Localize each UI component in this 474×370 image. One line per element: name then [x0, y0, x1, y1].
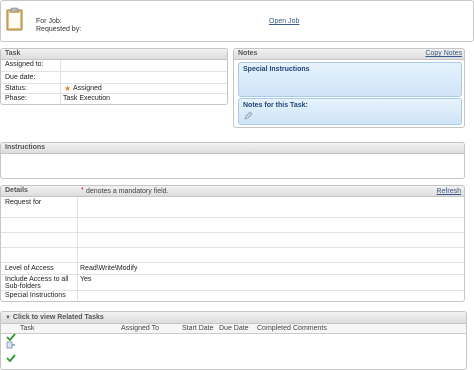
related-tasks-columns: Task Assigned To Start Date Due Date Com… — [1, 324, 466, 334]
status-value: Assigned — [73, 85, 102, 92]
task-row-status: Status: ★ Assigned — [1, 84, 227, 94]
details-row-blank-1 — [1, 218, 464, 233]
expand-arrow-icon[interactable]: ▼ — [5, 315, 11, 321]
notes-panel: Notes Copy Notes Special Instructions No… — [233, 48, 465, 128]
details-row-blank-2 — [1, 233, 464, 248]
phase-value: Task Execution — [63, 95, 111, 102]
col-task[interactable]: Task — [20, 324, 34, 333]
task-panel: Task Assigned to: Due date: Status: ★ As… — [0, 48, 228, 105]
subfolders-value: Yes — [80, 276, 92, 283]
special-instructions-title: Special Instructions — [243, 66, 310, 73]
subfolders-label: Include Access to all Sub-folders — [5, 276, 69, 290]
task-icon — [6, 341, 15, 349]
check-icon — [6, 354, 16, 362]
col-start-date[interactable]: Start Date — [182, 324, 214, 333]
table-row[interactable] — [1, 354, 466, 362]
status-star-icon: ★ — [64, 84, 72, 93]
notes-title: Notes — [238, 50, 258, 57]
details-row-blank-3 — [1, 248, 464, 263]
details-row-special: Special Instructions — [1, 291, 464, 300]
table-row[interactable] — [1, 341, 466, 349]
task-panel-title: Task — [1, 49, 227, 60]
status-label: Status: — [5, 85, 27, 92]
request-for-label: Request for — [5, 199, 42, 206]
assigned-to-label: Assigned to: — [5, 61, 44, 68]
level-of-access-value: Read\Write\Modify — [80, 265, 138, 272]
refresh-link[interactable]: Refresh — [436, 188, 461, 195]
copy-notes-link[interactable]: Copy Notes — [425, 50, 462, 57]
details-row-subfolders: Include Access to all Sub-folders Yes — [1, 275, 464, 291]
related-tasks-header[interactable]: ▼ Click to view Related Tasks — [1, 312, 466, 324]
check-icon — [6, 333, 16, 341]
special-instructions-box[interactable]: Special Instructions — [238, 62, 462, 97]
details-title: Details — [5, 187, 28, 194]
instructions-title: Instructions — [1, 143, 464, 154]
mandatory-star-icon: * — [81, 187, 84, 194]
col-completed[interactable]: Completed — [257, 324, 291, 333]
table-row[interactable] — [1, 333, 466, 341]
due-date-label: Due date: — [5, 74, 36, 81]
col-due-date[interactable]: Due Date — [219, 324, 249, 333]
job-header: For Job: Requested by: Open Job — [0, 0, 474, 42]
task-row-assigned: Assigned to: — [1, 60, 227, 72]
phase-label: Phase: — [5, 95, 27, 102]
details-row-request: Request for — [1, 197, 464, 218]
for-job-label: For Job: — [36, 18, 62, 25]
special-instructions-label: Special Instructions — [5, 292, 66, 299]
related-tasks-title[interactable]: Click to view Related Tasks — [13, 314, 104, 321]
col-assigned-to[interactable]: Assigned To — [121, 324, 159, 333]
task-notes-title: Notes for this Task: — [243, 102, 308, 109]
clipboard-icon — [6, 7, 23, 31]
requested-by-label: Requested by: — [36, 26, 82, 33]
mandatory-note: denotes a mandatory field. — [86, 188, 169, 195]
related-tasks-panel: ▼ Click to view Related Tasks Task Assig… — [0, 311, 467, 370]
open-job-link[interactable]: Open Job — [269, 18, 299, 25]
task-row-phase: Phase: Task Execution — [1, 94, 227, 103]
pencil-icon[interactable] — [244, 111, 253, 120]
level-of-access-label: Level of Access — [5, 265, 54, 272]
details-panel: Details * denotes a mandatory field. Ref… — [0, 185, 465, 302]
details-header: Details — [1, 186, 464, 197]
col-comments[interactable]: Comments — [293, 324, 327, 333]
task-row-due: Due date: — [1, 72, 227, 84]
details-row-access: Level of Access Read\Write\Modify — [1, 263, 464, 275]
instructions-panel: Instructions — [0, 142, 465, 179]
task-notes-box[interactable]: Notes for this Task: — [238, 98, 462, 125]
